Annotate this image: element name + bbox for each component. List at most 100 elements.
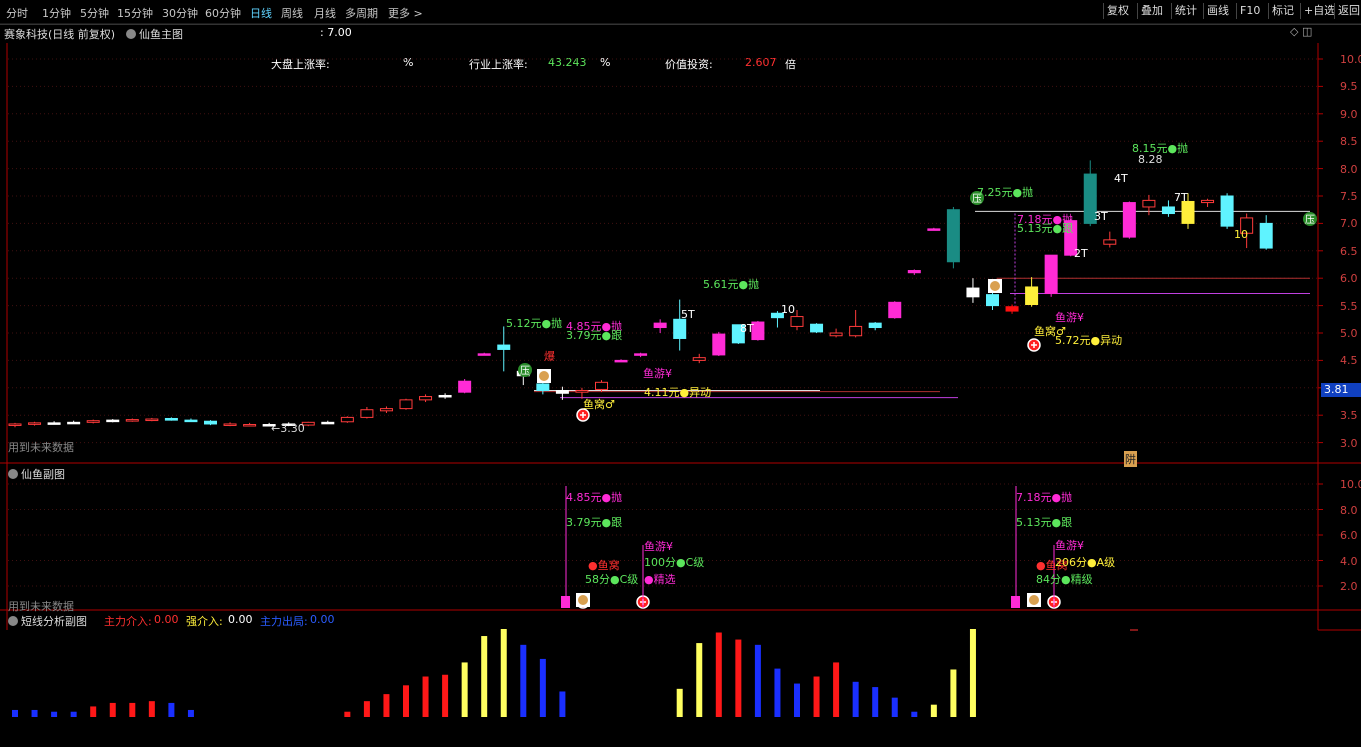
tag-marker: 8T [740,322,754,335]
yaxis-tick: 10.0 [1340,53,1361,66]
sub-follow-annotation: 3.79元●跟 [566,516,623,529]
volume-bar [754,644,761,717]
candle-body [321,421,335,425]
candle-body [1044,254,1058,295]
sell-annotation: 7.25元●抛 [977,186,1034,199]
main-entry-value: 0.00 [154,613,179,626]
main-entry-label: 主力介入: [104,615,152,628]
tag-marker: 4T [1114,172,1128,185]
candle-body [1025,286,1039,306]
sub2-title-text: 短线分析副图 [21,615,87,628]
sub1-bar [561,596,570,608]
fish-swim-annotation: 鱼游¥ [1055,311,1084,324]
candle-body [458,380,472,393]
settings-icon[interactable] [8,616,18,626]
candle-body [673,318,687,339]
volume-bar [794,683,800,717]
tag-marker: 5T [681,308,695,321]
yaxis-tick: 5.0 [1340,327,1358,340]
volume-bar [422,676,429,717]
high-price-marker: 8.28 [1138,153,1163,166]
main-exit-label: 主力出局: [260,615,308,628]
main-future-note: 用到未来数据 [8,441,74,454]
sub-yaxis-tick: 8.0 [1340,503,1358,517]
settings-icon[interactable] [8,469,18,479]
candle-body [145,418,159,422]
sub-select-annotation: ●精选 [644,573,676,586]
candle-body [986,294,999,307]
candle-body [204,420,217,425]
moneybag-marker-icon [990,281,1000,291]
yaxis-tick: 8.0 [1340,162,1358,176]
moneybag-marker-icon [578,595,588,605]
tag-marker: 2T [1074,247,1088,260]
trap-marker: 阱 [1124,451,1137,467]
follow-annotation: 5.13元●跟 [1017,222,1074,235]
volume-bar [813,676,820,717]
candle-body [946,209,960,263]
candle-body [595,381,608,390]
volume-bar [676,688,683,717]
candle-body [419,396,433,401]
candle-body [849,325,863,337]
sub-swim-annotation: 鱼游¥ [644,540,673,553]
pressure-marker-text: 压 [1305,214,1315,226]
volume-bar [70,711,77,717]
yaxis-tick: 6.0 [1340,272,1358,286]
candle-body [1259,222,1273,249]
main-exit-value: 0.00 [310,613,335,626]
candle-body [223,423,237,426]
candle-body [829,332,843,337]
volume-bar [833,662,840,717]
sell-annotation: 5.61元●抛 [703,278,760,291]
candle-body [1142,199,1156,208]
candle-body [907,270,921,274]
volume-bar [500,629,507,717]
tag-marker: 7T [1174,191,1188,204]
volume-bar [90,706,97,717]
pressure-marker-text: 压 [520,365,530,377]
volume-bar [872,687,879,717]
candle-body [536,383,550,392]
sub-yaxis-tick: 2.0 [1340,580,1358,593]
volume-bar [168,702,175,717]
candle-body [966,287,980,298]
yaxis-tick: 4.5 [1340,354,1358,368]
volume-bar [774,668,781,717]
volume-bar [715,632,722,717]
yaxis-tick: 5.5 [1340,299,1358,313]
candle-body [1161,206,1175,215]
strong-entry-label: 强介入: [186,615,223,628]
yaxis-tick: 9.5 [1340,80,1358,94]
candle-body [497,344,511,350]
volume-bar [481,636,488,717]
sub1-title[interactable]: 仙鱼副图 [8,466,65,482]
volume-bar [51,711,58,717]
sub-sell-annotation: 7.18元●抛 [1016,491,1073,504]
candle-body [888,301,902,319]
follow-annotation: 3.79元●跟 [566,329,623,342]
sub2-title[interactable]: 短线分析副图 [8,613,87,629]
volume-bar [31,709,38,717]
volume-bar [891,697,898,717]
fish-nest-annotation: 鱼窝♂ [1034,325,1066,338]
volume-bar [383,694,390,717]
candle-body [125,419,139,422]
yaxis-tick: 3.5 [1340,409,1358,423]
yaxis-tick: 9.0 [1340,107,1358,121]
volume-bar [403,685,409,717]
candle-body [164,417,178,421]
candle-body [868,322,882,329]
volume-bar [187,709,194,717]
volume-bar [539,658,546,717]
candle-body [47,422,61,425]
volume-bar [129,702,136,717]
sell-annotation: 5.12元●抛 [506,317,563,330]
volume-bar [735,639,742,717]
tag-marker: 3T [1094,210,1108,223]
volume-bar [442,674,449,717]
burst-marker: 爆 [544,350,555,363]
sub-score-annotation: 206分●A级 [1055,556,1116,569]
kline-chart[interactable]: 压压压 [0,0,1361,747]
candle-body [1220,195,1234,227]
